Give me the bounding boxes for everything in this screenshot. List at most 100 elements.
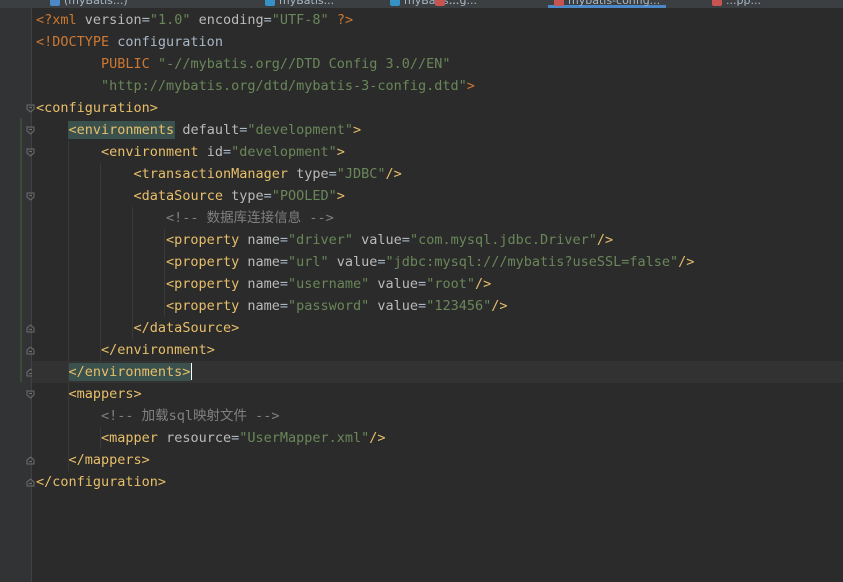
code-token: "username" [287,276,370,292]
code-token: xml [52,12,85,28]
code-token: <environment [101,144,207,160]
code-token: = [222,144,232,160]
code-line[interactable]: <?xml version="1.0" encoding="UTF-8" ?> [32,9,843,31]
code-token: <mappers> [68,386,142,402]
code-line[interactable]: <environments default="development"> [32,119,843,141]
code-line-text: <!-- 加载sql映射文件 --> [36,405,280,427]
code-token: "development" [247,122,354,138]
code-token: > [353,122,362,138]
code-line-text: "http://mybatis.org/dtd/mybatis-3-config… [36,75,475,97]
code-line[interactable]: </environments> [32,361,843,383]
code-token: = [401,232,410,248]
code-token: <property [166,232,248,248]
code-token: encoding [198,12,264,28]
editor-tab-4[interactable]: mybatis-config... [548,0,667,8]
code-token: id [206,144,223,160]
code-token: type [296,166,329,182]
code-token: name [247,276,280,292]
code-token: > [336,188,345,204]
code-line-text: </configuration> [36,471,166,493]
editor-tab-bar: (myBatis...) myBatis... myBatis... ...g... m… [0,0,843,8]
code-token: </environments> [67,363,192,381]
code-line[interactable]: <!-- 数据库连接信息 --> [32,207,843,229]
code-token: = [377,254,386,270]
code-token: </mappers> [68,452,150,468]
code-token: = [418,298,427,314]
code-line-text: <!-- 数据库连接信息 --> [36,207,334,229]
code-token: value [377,298,419,314]
code-token: <dataSource [133,188,232,204]
code-token: "123456" [426,298,492,314]
code-line[interactable]: <mappers> [32,383,843,405]
code-token: = [263,188,272,204]
file-type-icon [390,0,400,6]
code-line[interactable]: </environment> [32,339,843,361]
code-editor[interactable]: <?xml version="1.0" encoding="UTF-8" ?> <… [32,8,843,582]
editor-tab-1[interactable]: myBatis... [265,0,334,8]
code-token: default [182,122,240,138]
code-line[interactable]: <mapper resource="UserMapper.xml"/> [32,427,843,449]
code-line-text: <property name="driver" value="com.mysql… [36,229,613,251]
editor-tab-label: ...g... [449,0,477,7]
code-line[interactable]: <property name="url" value="jdbc:mysql:/… [32,251,843,273]
code-token: "password" [287,298,370,314]
code-token: = [279,298,288,314]
editor-tab-label: myBatis... [279,0,335,7]
vcs-change-marker[interactable] [20,118,22,382]
code-token: value [336,254,378,270]
code-line[interactable]: </dataSource> [32,317,843,339]
code-token: </dataSource> [133,320,240,336]
code-token: "UTF-8" [271,12,329,28]
code-line[interactable]: </configuration> [32,471,843,493]
file-type-icon [50,0,60,6]
code-token: = [231,430,240,446]
indent-guide [164,229,165,317]
code-line-text: <environments default="development"> [36,119,361,141]
editor-tab-5[interactable]: ...pp... [712,0,761,8]
code-line[interactable]: PUBLIC "-//mybatis.org//DTD Config 3.0//… [32,53,843,75]
code-token: name [247,232,280,248]
code-line[interactable]: <property name="driver" value="com.mysql… [32,229,843,251]
code-line-text: <property name="password" value="123456"… [36,295,507,317]
code-token: "jdbc:mysql:///mybatis?useSSL=false" [385,254,679,270]
indent-guide [100,163,101,361]
code-line[interactable]: <environment id="development"> [32,141,843,163]
code-token: = [279,254,288,270]
code-line-text: <environment id="development"> [36,141,345,163]
code-token: type [231,188,264,204]
file-type-icon [265,0,275,6]
code-line[interactable]: <!DOCTYPE configuration [32,31,843,53]
code-token: "UserMapper.xml" [239,430,370,446]
code-token: /> [385,166,402,182]
code-token: "development" [231,144,337,160]
code-line[interactable]: <transactionManager type="JDBC"/> [32,163,843,185]
code-line[interactable]: <property name="password" value="123456"… [32,295,843,317]
code-line-text: <!DOCTYPE configuration [36,31,223,53]
code-line[interactable]: <configuration> [32,97,843,119]
code-token: /> [596,232,614,248]
code-line[interactable]: <dataSource type="POOLED"> [32,185,843,207]
code-line[interactable]: </mappers> [32,449,843,471]
code-line-text: <property name="url" value="jdbc:mysql:/… [36,251,694,273]
code-line[interactable]: "http://mybatis.org/dtd/mybatis-3-config… [32,75,843,97]
code-token: "JDBC" [336,166,386,182]
code-token: "1.0" [149,12,191,28]
code-line[interactable]: <!-- 加载sql映射文件 --> [32,405,843,427]
editor-tab-3[interactable]: ...g... [435,0,477,8]
indent-guide [132,207,133,339]
code-token: <environments [67,121,176,139]
code-token: <configuration> [36,100,158,116]
indent-guide [68,141,69,471]
editor-tab-0[interactable]: (myBatis...) [50,0,128,8]
editor-tab-label: mybatis-config... [568,0,661,7]
code-token: <!DOCTYPE [36,34,118,50]
code-line-text: <transactionManager type="JDBC"/> [36,163,402,185]
code-line[interactable]: <property name="username" value="root"/> [32,273,843,295]
